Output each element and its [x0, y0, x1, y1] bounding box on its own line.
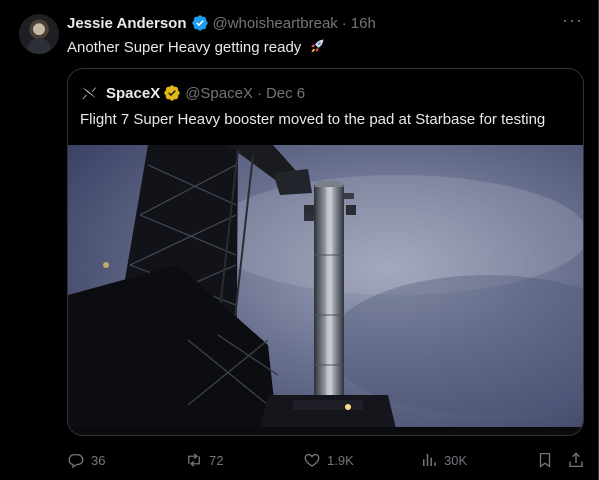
quoted-author-name[interactable]: SpaceX [106, 85, 160, 102]
quoted-separator-dot: · [256, 84, 262, 102]
quoted-handle[interactable]: @SpaceX [185, 85, 253, 102]
repost-count: 72 [209, 452, 224, 468]
verified-badge-icon [191, 15, 208, 31]
share-icon [569, 452, 583, 468]
x-logo-icon [82, 87, 97, 99]
like-button[interactable]: 1.9K [303, 448, 354, 472]
author-handle[interactable]: @whoisheartbreak [213, 15, 338, 32]
tweet-header: Jessie Anderson @whoisheartbreak · 16h [67, 13, 376, 33]
tweet-text: Another Super Heavy getting ready [67, 37, 326, 56]
bookmark-icon [539, 452, 551, 468]
quoted-date[interactable]: Dec 6 [266, 85, 305, 102]
quoted-text: Flight 7 Super Heavy booster moved to th… [80, 111, 546, 128]
bookmark-button[interactable] [536, 448, 554, 472]
views-count: 30K [444, 452, 468, 468]
reply-count: 36 [91, 452, 106, 468]
quoted-media-image[interactable] [68, 145, 583, 435]
quoted-tweet[interactable]: SpaceX @SpaceX · Dec 6 Flight 7 Super He… [67, 68, 584, 436]
quoted-header: SpaceX @SpaceX · Dec 6 [80, 84, 305, 102]
like-icon [304, 453, 320, 467]
views-button[interactable]: 30K [420, 448, 467, 472]
like-count: 1.9K [327, 452, 354, 468]
separator-dot: · [341, 14, 347, 32]
views-icon [423, 454, 436, 466]
share-button[interactable] [567, 448, 585, 472]
rocket-emoji-icon [311, 39, 324, 53]
gold-verified-badge-icon [164, 85, 180, 101]
timestamp[interactable]: 16h [351, 15, 376, 32]
super-heavy-booster-photo [68, 145, 583, 435]
repost-icon [188, 453, 200, 467]
reply-button[interactable]: 36 [67, 448, 105, 472]
reply-icon [68, 454, 84, 469]
tweet-card[interactable]: Jessie Anderson @whoisheartbreak · 16h ·… [0, 0, 599, 480]
author-name[interactable]: Jessie Anderson [67, 15, 187, 32]
action-bar: 36 72 1.9K 30K [0, 448, 599, 472]
tweet-text-content: Another Super Heavy getting ready [67, 39, 302, 56]
more-icon[interactable]: ··· [562, 11, 582, 33]
repost-button[interactable]: 72 [185, 448, 223, 472]
avatar[interactable] [19, 14, 59, 54]
